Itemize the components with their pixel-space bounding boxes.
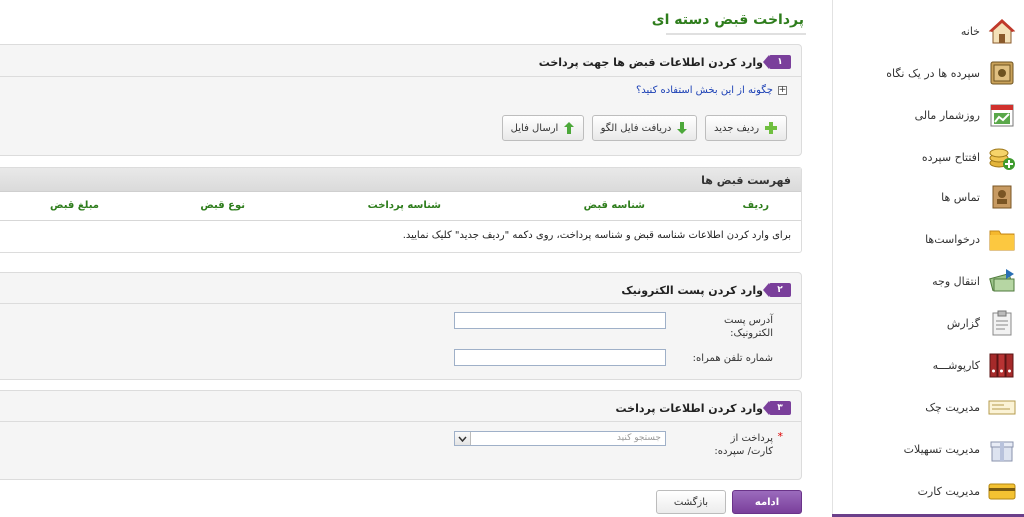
sidebar-item-portfolio[interactable]: کارپوشـــه xyxy=(838,346,1016,384)
new-row-button[interactable]: ردیف جدید xyxy=(705,115,787,141)
gift-icon xyxy=(990,441,1014,462)
chevron-down-icon[interactable] xyxy=(455,432,471,445)
help-link[interactable]: + چگونه از این بخش استفاده کنید؟ xyxy=(636,85,787,96)
clipboard-icon xyxy=(992,310,1012,336)
expand-icon[interactable]: + xyxy=(778,86,787,95)
email-field[interactable] xyxy=(454,312,666,329)
sidebar-item-label: انتقال وجه xyxy=(932,274,980,288)
money-transfer-icon xyxy=(989,269,1015,292)
sidebar-item-label: مدیریت تسهیلات xyxy=(903,442,980,456)
folder-icon xyxy=(989,230,1015,251)
pay-from-label: پرداخت از کارت/ سپرده: xyxy=(714,433,773,457)
card-icon xyxy=(988,483,1016,500)
step1-panel: ۱ وارد کردن اطلاعات قبض ها جهت پرداخت + … xyxy=(0,44,802,156)
download-template-button[interactable]: دریافت فایل الگو xyxy=(592,115,697,141)
safe-icon xyxy=(990,61,1014,85)
sidebar-item-label: تماس ها xyxy=(941,190,980,204)
main-content: پرداخت قبض دسته ای ۱ وارد کردن اطلاعات ق… xyxy=(0,0,806,517)
mobile-label: شماره تلفن همراه: xyxy=(692,353,773,364)
new-row-label: ردیف جدید xyxy=(713,122,760,134)
sidebar-item-card-management[interactable]: مدیریت کارت xyxy=(838,472,1016,510)
step3-panel: ۳ وارد کردن اطلاعات پرداخت * پرداخت از ک… xyxy=(0,390,802,480)
mobile-field[interactable] xyxy=(454,349,666,366)
step2-badge: ۲ xyxy=(763,283,791,297)
upload-file-label: ارسال فایل xyxy=(510,122,559,134)
panel-divider xyxy=(0,76,801,77)
step2-title: وارد کردن پست الکترونیک xyxy=(621,283,763,297)
sidebar-item-money-transfer[interactable]: انتقال وجه xyxy=(838,262,1016,300)
sidebar: خانه سپرده ها در یک نگاه روزشمار مالی اف… xyxy=(832,0,1024,517)
pay-from-select[interactable]: جستجو کنید xyxy=(454,431,666,446)
sidebar-item-report[interactable]: گزارش xyxy=(838,304,1016,342)
help-link-text[interactable]: چگونه از این بخش استفاده کنید؟ xyxy=(636,85,773,96)
continue-button[interactable]: ادامه xyxy=(732,490,802,514)
sidebar-item-facilities-management[interactable]: مدیریت تسهیلات xyxy=(838,430,1016,468)
upload-file-button[interactable]: ارسال فایل xyxy=(502,115,584,141)
sidebar-item-label: درخواست‌ها xyxy=(925,232,980,246)
sidebar-item-label: مدیریت کارت xyxy=(917,484,980,498)
step2-panel: ۲ وارد کردن پست الکترونیک آدرس پست الکتر… xyxy=(0,272,802,380)
sidebar-item-label: افتتاح سپرده xyxy=(921,150,980,164)
back-button[interactable]: بازگشت xyxy=(656,490,726,514)
step1-header: ۱ وارد کردن اطلاعات قبض ها جهت پرداخت xyxy=(539,55,791,69)
bill-list-panel: فهرست قبض ها ردیف شناسه قبض شناسه پرداخت… xyxy=(0,167,802,253)
column-bill-type: نوع قبض xyxy=(200,200,245,211)
sidebar-item-contacts[interactable]: تماس ها xyxy=(838,178,1016,216)
upload-arrow-icon xyxy=(564,122,575,134)
sidebar-item-label: کارپوشـــه xyxy=(932,358,980,372)
panel-divider xyxy=(0,421,801,422)
panel-divider xyxy=(0,303,801,304)
calendar-chart-icon xyxy=(990,104,1014,127)
coins-add-icon xyxy=(989,148,1015,170)
bill-list-header: فهرست قبض ها xyxy=(0,168,801,192)
column-row-number: ردیف xyxy=(742,200,769,211)
column-bill-amount: مبلغ قبض xyxy=(50,200,99,211)
step2-header: ۲ وارد کردن پست الکترونیک xyxy=(621,283,791,297)
bill-list-empty-message: برای وارد کردن اطلاعات شناسه قبض و شناسه… xyxy=(402,230,791,241)
binders-icon xyxy=(989,353,1014,378)
email-label: آدرس پست الکترونیک: xyxy=(724,315,773,339)
step3-header: ۳ وارد کردن اطلاعات پرداخت xyxy=(615,401,791,415)
plus-icon xyxy=(765,122,778,134)
download-template-label: دریافت فایل الگو xyxy=(600,122,672,134)
sidebar-item-label: سپرده ها در یک نگاه xyxy=(886,66,980,80)
sidebar-item-label: روزشمار مالی xyxy=(914,108,980,122)
sidebar-item-cheque-management[interactable]: مدیریت چک xyxy=(838,388,1016,426)
sidebar-item-home[interactable]: خانه xyxy=(838,12,1016,50)
pay-from-placeholder: جستجو کنید xyxy=(616,433,661,443)
bill-list-columns: ردیف شناسه قبض شناسه پرداخت نوع قبض مبلغ… xyxy=(0,193,801,221)
cheque-icon xyxy=(988,400,1016,415)
sidebar-item-requests[interactable]: درخواست‌ها xyxy=(838,220,1016,258)
home-icon xyxy=(988,19,1016,44)
title-underline xyxy=(666,33,806,35)
sidebar-item-open-deposit[interactable]: افتتاح سپرده xyxy=(838,138,1016,176)
step1-badge: ۱ xyxy=(763,55,791,69)
sidebar-item-deposits-overview[interactable]: سپرده ها در یک نگاه xyxy=(838,54,1016,92)
step3-title: وارد کردن اطلاعات پرداخت xyxy=(615,401,764,415)
contact-card-icon xyxy=(992,185,1012,209)
sidebar-item-label: مدیریت چک xyxy=(925,400,980,414)
step1-title: وارد کردن اطلاعات قبض ها جهت پرداخت xyxy=(538,55,763,69)
column-bill-id: شناسه قبض xyxy=(583,200,645,211)
sidebar-item-label: گزارش xyxy=(946,316,980,330)
column-payment-id: شناسه پرداخت xyxy=(367,200,441,211)
required-mark: * xyxy=(777,430,784,443)
page-title: پرداخت قبض دسته ای xyxy=(651,12,804,28)
download-arrow-icon xyxy=(677,122,688,134)
step3-badge: ۳ xyxy=(763,401,791,415)
sidebar-item-label: خانه xyxy=(960,24,980,38)
sidebar-item-financial-calendar[interactable]: روزشمار مالی xyxy=(838,96,1016,134)
bill-list-title: فهرست قبض ها xyxy=(701,174,791,187)
